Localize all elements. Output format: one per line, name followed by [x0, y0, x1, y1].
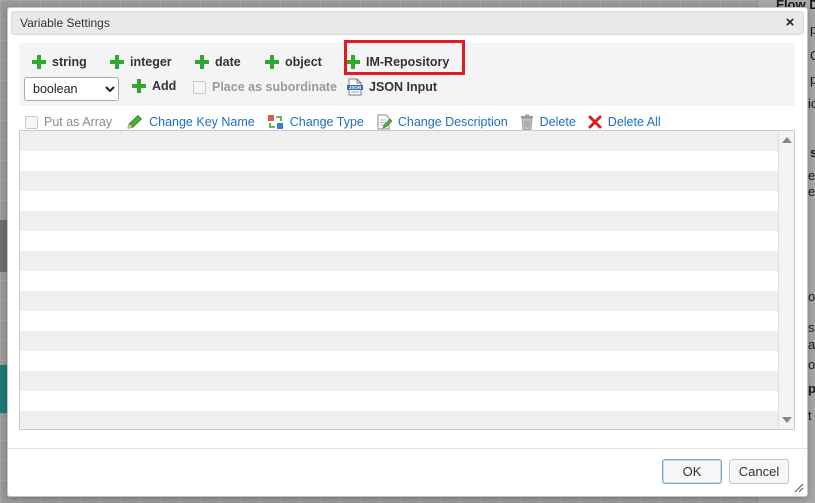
- ok-button[interactable]: OK: [662, 459, 722, 484]
- add-integer-button[interactable]: integer: [110, 51, 172, 73]
- table-row[interactable]: [20, 151, 779, 171]
- trash-icon: [520, 114, 533, 130]
- change-type-label: Change Type: [289, 115, 364, 129]
- json-file-icon: JSON: [347, 78, 363, 96]
- background-text: s: [810, 145, 815, 160]
- change-description-link[interactable]: Change Description: [376, 114, 508, 130]
- add-im-repository-label: IM-Repository: [366, 55, 450, 69]
- background-text: er: [808, 184, 815, 199]
- background-text: C: [810, 48, 815, 63]
- scroll-up-arrow[interactable]: [782, 137, 792, 143]
- type-select[interactable]: boolean: [24, 77, 119, 101]
- json-input-label: JSON Input: [369, 80, 438, 94]
- add-date-button[interactable]: date: [195, 51, 241, 73]
- add-object-button[interactable]: object: [265, 51, 322, 73]
- background-text: ov: [808, 289, 815, 304]
- table-row[interactable]: [20, 211, 779, 231]
- dialog-titlebar[interactable]: Variable Settings ×: [11, 11, 804, 35]
- background-text: p: [810, 72, 815, 87]
- delete-label: Delete: [539, 115, 576, 129]
- put-as-array-label: Put as Array: [44, 115, 113, 129]
- delete-link[interactable]: Delete: [520, 114, 576, 130]
- edit-document-icon: [377, 114, 392, 130]
- plus-icon: [32, 55, 46, 69]
- dialog-title: Variable Settings: [20, 16, 110, 30]
- add-im-repository-button[interactable]: IM-Repository: [346, 51, 449, 73]
- change-type-link[interactable]: Change Type: [267, 114, 364, 130]
- table-row[interactable]: [20, 311, 779, 331]
- change-key-name-link[interactable]: Change Key Name: [126, 114, 255, 130]
- cancel-button[interactable]: Cancel: [729, 459, 789, 484]
- add-integer-label: integer: [130, 55, 172, 69]
- checkbox-box[interactable]: [25, 115, 38, 129]
- table-row[interactable]: [20, 411, 779, 429]
- variable-settings-dialog: Variable Settings × string integer date …: [7, 7, 808, 497]
- place-as-subordinate-checkbox[interactable]: Place as subordinate: [193, 80, 337, 94]
- table-row[interactable]: [20, 251, 779, 271]
- background-text: ov: [808, 357, 815, 372]
- scroll-down-arrow[interactable]: [782, 417, 792, 423]
- variable-toolbar: string integer date object IM-Repository…: [19, 40, 795, 106]
- background-text: se: [808, 320, 815, 335]
- put-as-array-checkbox[interactable]: Put as Array: [25, 115, 112, 129]
- plus-icon: [110, 55, 124, 69]
- grid-scrollbar[interactable]: [778, 131, 794, 429]
- footer-divider: [8, 448, 807, 449]
- table-row[interactable]: [20, 171, 779, 191]
- background-text: al: [808, 337, 815, 352]
- table-row[interactable]: [20, 371, 779, 391]
- svg-text:JSON: JSON: [349, 85, 361, 90]
- resize-grip-icon[interactable]: [792, 481, 804, 493]
- add-string-button[interactable]: string: [32, 51, 87, 73]
- pencil-icon: [127, 114, 143, 128]
- table-row[interactable]: [20, 191, 779, 211]
- plus-icon: [195, 55, 209, 69]
- table-row[interactable]: [20, 131, 779, 151]
- background-text: ed: [808, 168, 815, 183]
- background-text: p: [810, 22, 815, 37]
- close-icon[interactable]: ×: [781, 14, 799, 32]
- table-row[interactable]: [20, 351, 779, 371]
- change-type-icon: [267, 115, 283, 129]
- json-input-button[interactable]: JSON JSON Input: [347, 78, 437, 96]
- red-x-icon: [588, 115, 602, 129]
- plus-icon: [346, 55, 360, 69]
- add-string-label: string: [52, 55, 87, 69]
- table-row[interactable]: [20, 291, 779, 311]
- table-row[interactable]: [20, 391, 779, 411]
- add-label: Add: [152, 79, 177, 93]
- table-row[interactable]: [20, 231, 779, 251]
- background-text: pi: [808, 381, 815, 396]
- plus-icon: [132, 79, 146, 93]
- plus-icon: [265, 55, 279, 69]
- add-object-label: object: [285, 55, 322, 69]
- table-row[interactable]: [20, 331, 779, 351]
- change-description-label: Change Description: [397, 115, 508, 129]
- add-button[interactable]: Add: [132, 79, 176, 93]
- delete-all-label: Delete All: [607, 115, 661, 129]
- background-text: ic: [808, 96, 815, 111]
- table-row[interactable]: [20, 271, 779, 291]
- action-bar: Put as Array Change Key Name Change Type: [25, 113, 795, 131]
- change-key-name-label: Change Key Name: [149, 115, 255, 129]
- checkbox-box[interactable]: [193, 80, 206, 94]
- add-date-label: date: [215, 55, 241, 69]
- background-text: t: [808, 408, 812, 423]
- delete-all-link[interactable]: Delete All: [588, 115, 661, 129]
- place-as-subordinate-label: Place as subordinate: [212, 80, 338, 94]
- variable-grid[interactable]: [19, 130, 795, 430]
